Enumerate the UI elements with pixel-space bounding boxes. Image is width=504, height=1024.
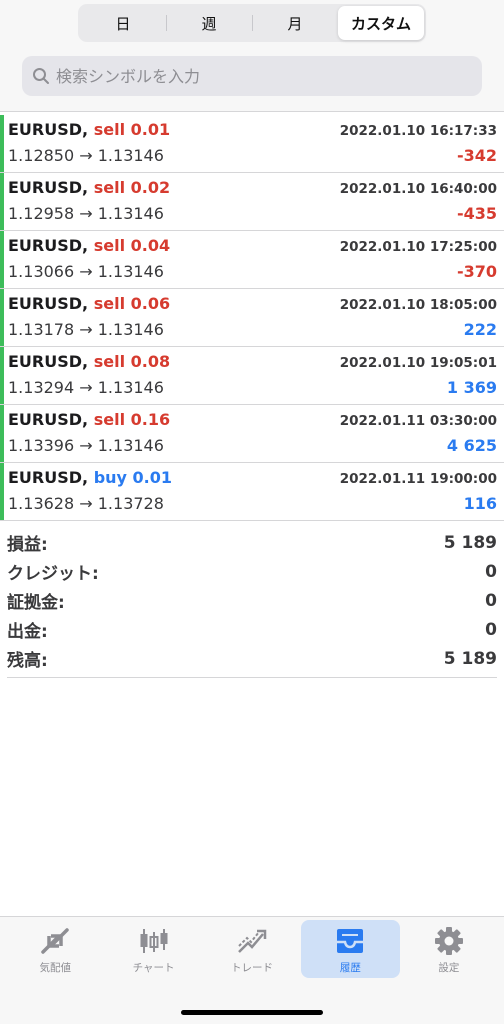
chart-icon [137,925,171,957]
tab-chart[interactable]: チャート [104,920,202,978]
deal-profit: -435 [456,204,497,223]
deal-symbol: EURUSD, [8,352,89,371]
deal-time: 2022.01.11 03:30:00 [339,413,497,429]
tab-day[interactable]: 日 [80,6,166,40]
history-icon [333,925,367,957]
deal-type: buy 0.01 [93,468,173,487]
deal-row[interactable]: EURUSD, buy 0.01 2022.01.11 19:00:00 1.1… [0,463,504,521]
deal-time: 2022.01.11 19:00:00 [339,471,497,487]
summary-row-withdrawal: 出金: 0 [7,615,497,644]
deal-prices: 1.13294 → 1.13146 [8,378,164,397]
deal-profit: -370 [456,262,497,281]
tab-custom[interactable]: カスタム [338,6,424,40]
summary-row-credit: クレジット: 0 [7,557,497,586]
summary-value: 5 189 [443,648,497,669]
deal-symbol: EURUSD, [8,120,89,139]
tab-label: 履歴 [339,962,361,974]
tab-label: 気配値 [39,962,71,974]
deal-type: sell 0.02 [93,178,171,197]
summary-block: 損益: 5 189 クレジット: 0 証拠金: 0 出金: 0 残高: 5 189 [7,528,497,678]
summary-label: 損益: [7,535,48,555]
deal-type: sell 0.04 [93,236,171,255]
tab-quotes[interactable]: 気配値 [6,920,104,978]
deal-title: EURUSD, sell 0.04 [8,236,170,255]
deal-profit: 116 [463,494,497,513]
tab-history[interactable]: 履歴 [301,920,400,978]
summary-value: 0 [485,619,497,640]
tab-week[interactable]: 週 [166,6,252,40]
tab-trade[interactable]: トレード [203,920,301,978]
search-icon [30,65,52,87]
deal-prices: 1.13066 → 1.13146 [8,262,164,281]
deals-list: EURUSD, sell 0.01 2022.01.10 16:17:33 1.… [0,115,504,521]
bottom-tab-bar: 気配値 チャート トレード 履歴 設定 [0,916,504,1024]
deal-row[interactable]: EURUSD, sell 0.08 2022.01.10 19:05:01 1.… [0,347,504,405]
tab-label: 設定 [438,962,460,974]
deal-symbol: EURUSD, [8,178,89,197]
deal-symbol: EURUSD, [8,410,89,429]
deal-row[interactable]: EURUSD, sell 0.04 2022.01.10 17:25:00 1.… [0,231,504,289]
summary-row-balance: 残高: 5 189 [7,644,497,673]
summary-label: 証拠金: [7,593,65,613]
deal-time: 2022.01.10 16:40:00 [339,181,497,197]
summary-row-margin: 証拠金: 0 [7,586,497,615]
deal-title: EURUSD, sell 0.06 [8,294,170,313]
deal-title: EURUSD, sell 0.16 [8,410,170,429]
search-bar[interactable] [22,56,482,96]
tab-month[interactable]: 月 [252,6,338,40]
home-indicator [181,1010,323,1015]
deal-symbol: EURUSD, [8,468,89,487]
deal-row[interactable]: EURUSD, sell 0.01 2022.01.10 16:17:33 1.… [0,115,504,173]
summary-label: 出金: [7,622,48,642]
deal-title: EURUSD, buy 0.01 [8,468,172,487]
deal-prices: 1.13396 → 1.13146 [8,436,164,455]
tab-label: トレード [231,962,274,974]
deal-type: sell 0.01 [93,120,171,139]
deal-type: sell 0.16 [93,410,171,429]
trade-icon [235,925,269,957]
deal-title: EURUSD, sell 0.02 [8,178,170,197]
deal-time: 2022.01.10 18:05:00 [339,297,497,313]
search-input[interactable] [56,66,456,86]
history-header: 日 週 月 カスタム [0,0,504,112]
quotes-icon [38,925,72,957]
period-segmented-control: 日 週 月 カスタム [78,4,426,42]
summary-label: 残高: [7,651,48,671]
deal-type: sell 0.06 [93,294,171,313]
deal-profit: -342 [456,146,497,165]
summary-value: 0 [485,590,497,611]
deal-prices: 1.13628 → 1.13728 [8,494,164,513]
deal-row[interactable]: EURUSD, sell 0.16 2022.01.11 03:30:00 1.… [0,405,504,463]
deal-prices: 1.12958 → 1.13146 [8,204,164,223]
summary-row-profit: 損益: 5 189 [7,528,497,557]
deal-row[interactable]: EURUSD, sell 0.06 2022.01.10 18:05:00 1.… [0,289,504,347]
deal-prices: 1.13178 → 1.13146 [8,320,164,339]
deal-prices: 1.12850 → 1.13146 [8,146,164,165]
deal-type: sell 0.08 [93,352,171,371]
deal-symbol: EURUSD, [8,294,89,313]
tab-settings[interactable]: 設定 [400,920,498,978]
tab-label: チャート [132,962,175,974]
settings-icon [432,925,466,957]
deal-profit: 4 625 [446,436,497,455]
deal-row[interactable]: EURUSD, sell 0.02 2022.01.10 16:40:00 1.… [0,173,504,231]
deal-time: 2022.01.10 17:25:00 [339,239,497,255]
deal-time: 2022.01.10 19:05:01 [339,355,497,371]
deal-symbol: EURUSD, [8,236,89,255]
deal-title: EURUSD, sell 0.01 [8,120,170,139]
summary-label: クレジット: [7,564,99,584]
deal-profit: 1 369 [446,378,497,397]
summary-value: 5 189 [443,532,497,553]
deal-profit: 222 [463,320,497,339]
summary-value: 0 [485,561,497,582]
deal-title: EURUSD, sell 0.08 [8,352,170,371]
deal-time: 2022.01.10 16:17:33 [339,123,497,139]
